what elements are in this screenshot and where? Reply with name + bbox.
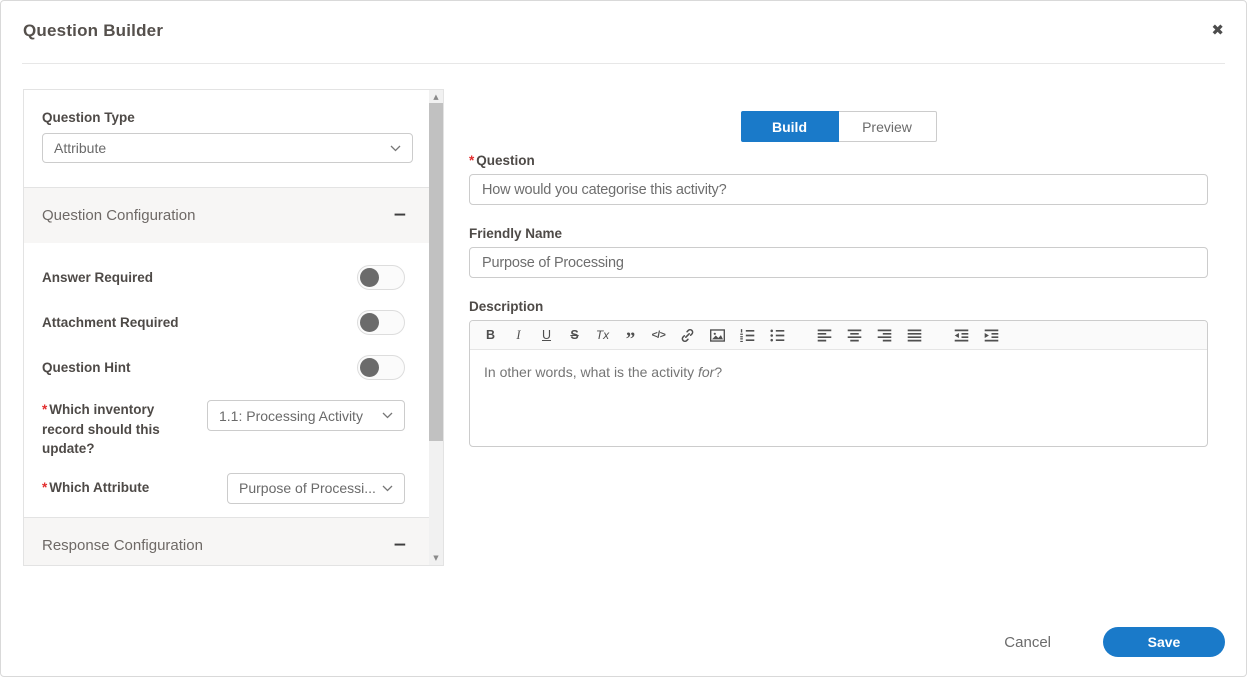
chevron-down-icon xyxy=(382,485,393,492)
inventory-record-value: 1.1: Processing Activity xyxy=(219,408,363,424)
scroll-down-icon[interactable]: ▼ xyxy=(429,551,443,565)
align-right-icon[interactable] xyxy=(876,324,893,346)
blockquote-icon[interactable]: ” xyxy=(623,324,638,346)
left-panel-scrollbar[interactable]: ▲ ▼ xyxy=(429,90,443,565)
ordered-list-icon[interactable] xyxy=(739,324,756,346)
insert-link-icon[interactable] xyxy=(679,324,696,346)
description-text: ? xyxy=(714,364,722,380)
toggle-knob xyxy=(360,268,379,287)
response-configuration-header[interactable]: Response Configuration − xyxy=(24,517,431,566)
required-marker: * xyxy=(42,402,47,417)
question-configuration-header[interactable]: Question Configuration − xyxy=(24,187,431,243)
attachment-required-row: Attachment Required xyxy=(42,300,405,345)
description-text: In other words, what is the activity xyxy=(484,364,698,380)
toggle-knob xyxy=(360,313,379,332)
chevron-down-icon xyxy=(382,412,393,419)
attachment-required-toggle[interactable] xyxy=(357,310,405,335)
answer-required-row: Answer Required xyxy=(42,255,405,300)
scroll-up-icon[interactable]: ▲ xyxy=(429,90,443,104)
bold-icon[interactable]: B xyxy=(483,324,498,346)
attachment-required-label: Attachment Required xyxy=(42,315,179,330)
question-settings-panel: Question Type Attribute Question Configu… xyxy=(23,89,444,566)
question-type-label: Question Type xyxy=(42,110,413,125)
which-attribute-row: *Which Attribute Purpose of Processi... xyxy=(24,473,431,504)
save-button[interactable]: Save xyxy=(1103,627,1225,657)
close-icon[interactable]: ✖ xyxy=(1211,21,1224,39)
unordered-list-icon[interactable] xyxy=(769,324,786,346)
chevron-down-icon xyxy=(390,145,401,152)
question-field: *Question xyxy=(469,153,1208,205)
indent-icon[interactable] xyxy=(983,324,1000,346)
section-title: Question Configuration xyxy=(42,207,195,224)
align-left-icon[interactable] xyxy=(816,324,833,346)
collapse-icon[interactable]: − xyxy=(393,207,407,224)
cancel-button[interactable]: Cancel xyxy=(1004,634,1051,651)
toggles-block: Answer Required Attachment Required Ques… xyxy=(24,243,431,390)
tab-preview[interactable]: Preview xyxy=(839,111,937,142)
answer-required-toggle[interactable] xyxy=(357,265,405,290)
question-type-block: Question Type Attribute xyxy=(24,90,431,187)
align-center-icon[interactable] xyxy=(846,324,863,346)
friendly-name-label: Friendly Name xyxy=(469,226,1208,241)
question-input[interactable] xyxy=(469,174,1208,205)
code-view-icon[interactable]: </> xyxy=(651,324,666,346)
italic-icon[interactable]: I xyxy=(511,324,526,346)
description-content[interactable]: In other words, what is the activity for… xyxy=(470,350,1207,396)
description-field: Description B I U S Tx ” </> xyxy=(469,299,1208,447)
modal-header: Question Builder ✖ xyxy=(1,1,1246,64)
question-type-select[interactable]: Attribute xyxy=(42,133,413,163)
description-label: Description xyxy=(469,299,1208,314)
description-text-italic: for xyxy=(698,364,714,380)
toggle-knob xyxy=(360,358,379,377)
underline-icon[interactable]: U xyxy=(539,324,554,346)
question-hint-row: Question Hint xyxy=(42,345,405,390)
strikethrough-icon[interactable]: S xyxy=(567,324,582,346)
outdent-icon[interactable] xyxy=(953,324,970,346)
which-attribute-label: *Which Attribute xyxy=(42,478,149,498)
friendly-name-field: Friendly Name xyxy=(469,226,1208,278)
inventory-record-select[interactable]: 1.1: Processing Activity xyxy=(207,400,405,431)
friendly-name-input[interactable] xyxy=(469,247,1208,278)
clear-formatting-icon[interactable]: Tx xyxy=(595,324,610,346)
which-attribute-value: Purpose of Processi... xyxy=(239,480,376,496)
inventory-record-label: *Which inventory record should this upda… xyxy=(42,400,194,459)
editor-toolbar: B I U S Tx ” </> xyxy=(470,321,1207,350)
build-preview-tabs: Build Preview xyxy=(741,111,937,142)
which-attribute-select[interactable]: Purpose of Processi... xyxy=(227,473,405,504)
question-label: *Question xyxy=(469,153,1208,168)
inventory-record-row: *Which inventory record should this upda… xyxy=(24,400,431,459)
question-hint-toggle[interactable] xyxy=(357,355,405,380)
question-type-value: Attribute xyxy=(54,140,106,156)
required-marker: * xyxy=(469,153,474,168)
scrollbar-thumb[interactable] xyxy=(429,103,443,441)
question-editor-panel: Build Preview *Question Friendly Name De… xyxy=(469,97,1208,447)
required-marker: * xyxy=(42,480,47,495)
answer-required-label: Answer Required xyxy=(42,270,153,285)
section-title: Response Configuration xyxy=(42,537,203,554)
collapse-icon[interactable]: − xyxy=(393,537,407,554)
page-title: Question Builder xyxy=(23,21,163,41)
align-justify-icon[interactable] xyxy=(906,324,923,346)
insert-image-icon[interactable] xyxy=(709,324,726,346)
tab-build[interactable]: Build xyxy=(741,111,839,142)
rich-text-editor: B I U S Tx ” </> xyxy=(469,320,1208,447)
question-hint-label: Question Hint xyxy=(42,360,131,375)
